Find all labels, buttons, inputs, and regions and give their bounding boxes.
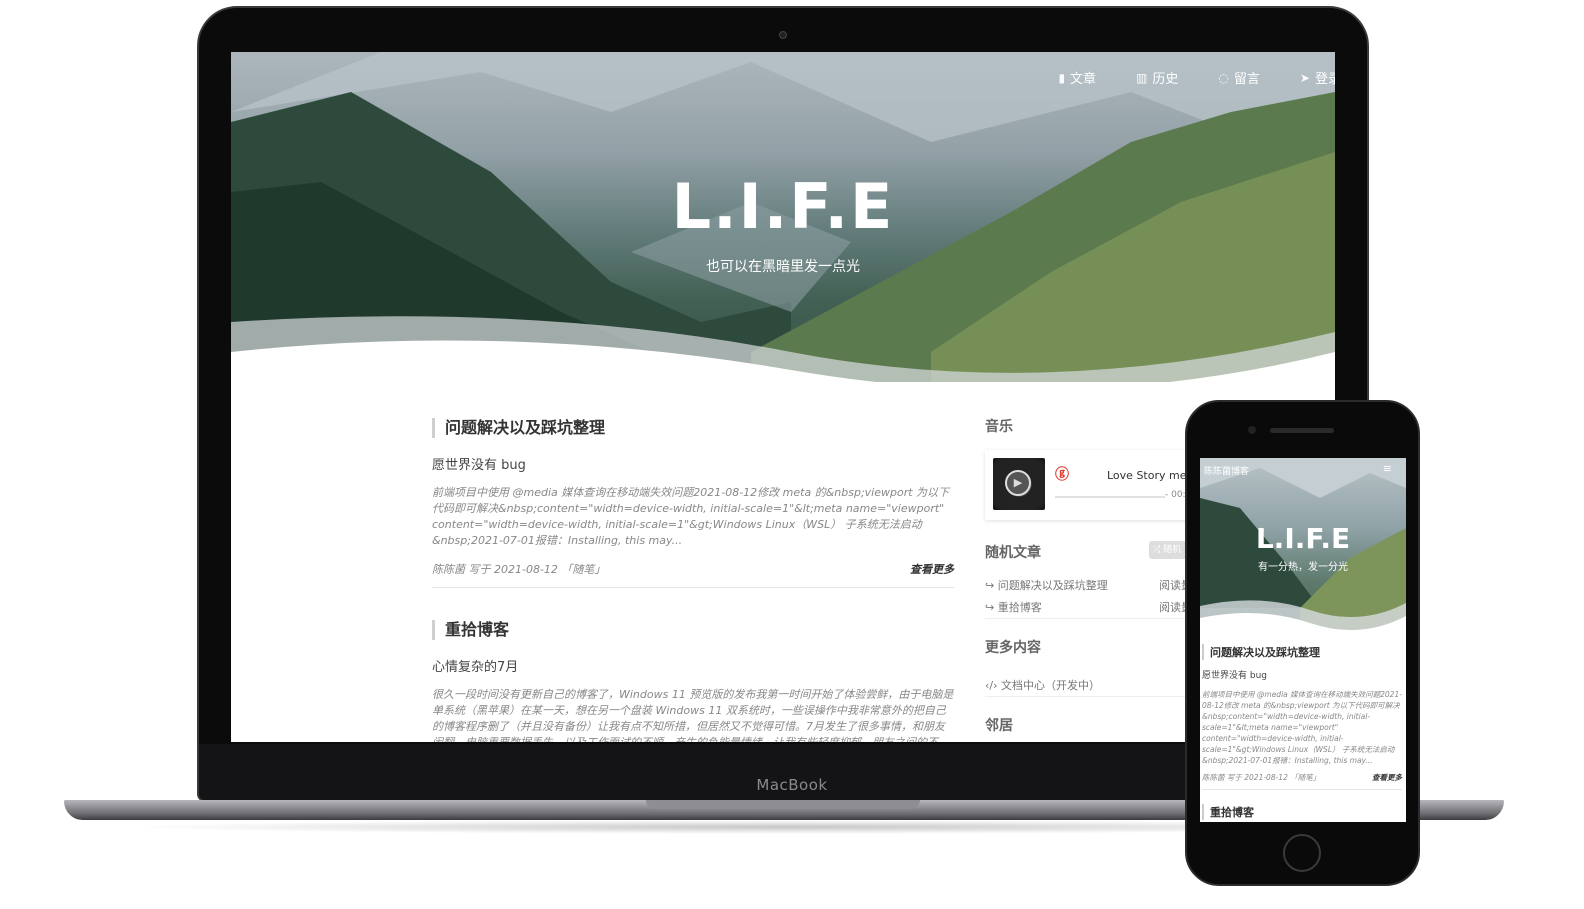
progress-bar[interactable] — [1055, 496, 1165, 498]
nav-guestbook[interactable]: ◌ 留言 — [1218, 68, 1260, 88]
phone-article-title[interactable]: 重拾博客 — [1202, 804, 1402, 820]
read-more-link[interactable]: 查看更多 — [910, 561, 954, 577]
hamburger-menu-icon[interactable]: ≡ — [1383, 462, 1392, 475]
article-card: 重拾博客 心情复杂的7月 很久一段时间没有更新自己的博客了，Windows 11… — [432, 620, 954, 742]
phone-site-brand[interactable]: 陈陈菌博客 — [1204, 464, 1249, 477]
play-icon[interactable]: ▶ — [1005, 470, 1031, 496]
shuffle-button[interactable]: ⤮ 随机 — [1149, 541, 1189, 559]
phone-article-subtitle: 愿世界没有 bug — [1202, 671, 1267, 681]
phone-article-card: 问题解决以及踩坑整理 愿世界没有 bug 前端项目中使用 @media 媒体查询… — [1202, 644, 1402, 790]
nav-label: 历史 — [1152, 72, 1179, 87]
phone-camera — [1248, 426, 1256, 434]
laptop-screen: ▮ 文章 ▥ 历史 ◌ 留言 ➤ 登录 L.I.F.E 也可以在黑暗里发一点光 … — [231, 52, 1335, 742]
site-title: L.I.F.E — [671, 170, 895, 243]
nav-articles[interactable]: ▮ 文章 — [1058, 68, 1097, 88]
article-meta: 陈陈菌 写于 2021-08-12 「随笔」 查看更多 — [432, 561, 954, 588]
phone-read-more-link[interactable]: 查看更多 — [1372, 772, 1402, 783]
phone-article-excerpt: 前端项目中使用 @media 媒体查询在移动端失效问题2021-08-12修改 … — [1202, 690, 1402, 765]
random-article-title: 问题解决以及踩坑整理 — [997, 579, 1108, 592]
top-nav: ▮ 文章 ▥ 历史 ◌ 留言 ➤ 登录 — [1058, 68, 1335, 88]
hero-banner: ▮ 文章 ▥ 历史 ◌ 留言 ➤ 登录 L.I.F.E 也可以在黑暗里发一点光 — [231, 52, 1335, 382]
phone-article-author-date: 陈陈菌 写于 2021-08-12 「随笔」 — [1202, 773, 1321, 782]
shuffle-icon: ⤮ — [1153, 545, 1164, 555]
code-icon: ‹/› — [985, 679, 1002, 692]
nav-login[interactable]: ➤ 登录 — [1299, 68, 1335, 88]
paper-plane-icon: ➤ — [1299, 70, 1310, 85]
phone-article-card: 重拾博客 — [1202, 804, 1402, 820]
nav-label: 文章 — [1070, 72, 1097, 87]
phone-home-button[interactable] — [1283, 834, 1321, 872]
phone-site-title: L.I.F.E — [1255, 522, 1351, 555]
nav-history[interactable]: ▥ 历史 — [1136, 68, 1179, 88]
nav-label: 登录 — [1314, 72, 1335, 87]
article-title[interactable]: 重拾博客 — [432, 620, 954, 640]
netease-music-icon: ⓖ — [1055, 467, 1069, 483]
site-tagline: 也可以在黑暗里发一点光 — [706, 259, 860, 275]
shuffle-label: 随机 — [1163, 545, 1182, 555]
comment-icon: ◌ — [1218, 70, 1229, 85]
article-title[interactable]: 问题解决以及踩坑整理 — [432, 418, 954, 438]
phone-article-meta: 陈陈菌 写于 2021-08-12 「随笔」 查看更多 — [1202, 772, 1402, 790]
article-card: 问题解决以及踩坑整理 愿世界没有 bug 前端项目中使用 @media 媒体查询… — [432, 418, 954, 588]
article-subtitle: 心情复杂的7月 — [432, 660, 519, 675]
share-arrow-icon: ↪ — [985, 601, 998, 614]
phone-hero-banner: 陈陈菌博客 ≡ L.I.F.E 有一分热，发一分光 — [1200, 458, 1406, 636]
bar-chart-icon: ▥ — [1136, 70, 1148, 85]
article-author-date: 陈陈菌 写于 2021-08-12 「随笔」 — [432, 563, 606, 576]
random-article-title: 重拾博客 — [997, 601, 1042, 614]
laptop-hinge-notch — [646, 800, 920, 809]
phone-screen: 陈陈菌博客 ≡ L.I.F.E 有一分热，发一分光 问题解决以及踩坑整理 愿世界… — [1200, 458, 1406, 822]
nav-label: 留言 — [1233, 72, 1260, 87]
book-icon: ▮ — [1058, 70, 1066, 85]
article-subtitle: 愿世界没有 bug — [432, 458, 526, 473]
phone-article-title[interactable]: 问题解决以及踩坑整理 — [1202, 644, 1402, 660]
phone-speaker — [1270, 428, 1334, 433]
phone-site-tagline: 有一分热，发一分光 — [1258, 562, 1348, 573]
laptop-camera — [779, 31, 787, 39]
article-excerpt: 很久一段时间没有更新自己的博客了，Windows 11 预览版的发布我第一时间开… — [432, 688, 954, 742]
article-excerpt: 前端项目中使用 @media 媒体查询在移动端失效问题2021-08-12修改 … — [432, 486, 950, 547]
more-content-label: 文档中心（开发中） — [1001, 679, 1101, 692]
share-arrow-icon: ↪ — [985, 579, 998, 592]
